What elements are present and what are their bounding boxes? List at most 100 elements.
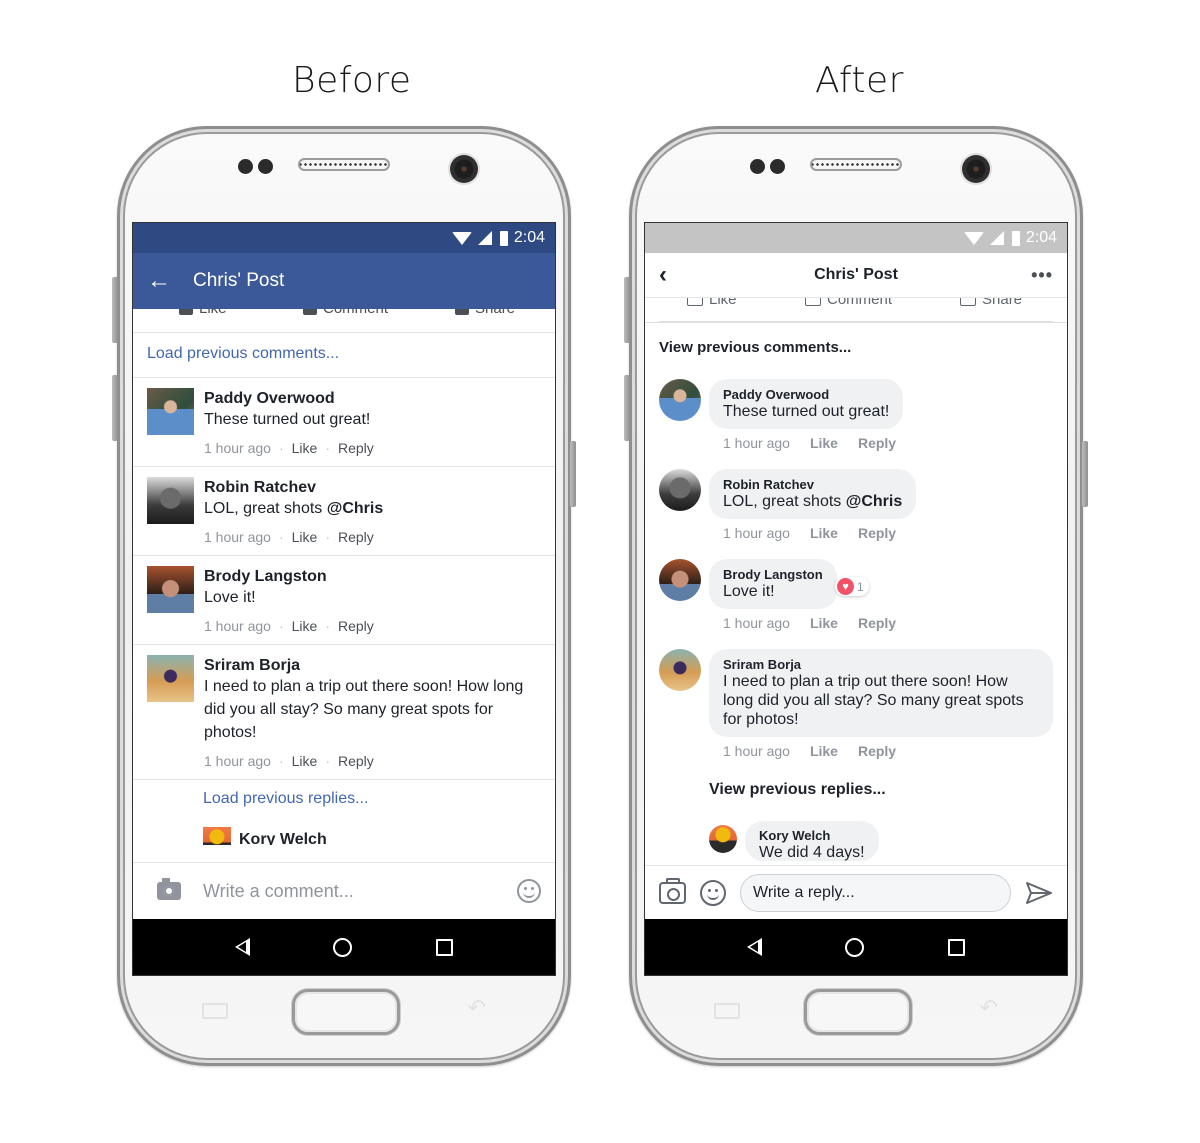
comment-time: 1 hour ago [204,529,271,545]
volume-down-button [112,375,118,441]
reply-link[interactable]: Reply [338,753,374,769]
smiley-icon[interactable] [700,879,726,906]
comment-item: Brody Langston Love it! 1 hour ago · Like… [133,555,555,644]
like-link[interactable]: Like [810,615,838,639]
load-previous-comments-link[interactable]: Load previous comments... [133,333,555,377]
thumbs-up-icon [179,309,193,315]
avatar[interactable] [659,469,701,511]
comment-author[interactable]: Robin Ratchev [723,477,902,492]
like-link[interactable]: Like [292,753,318,769]
like-link[interactable]: Like [292,529,318,545]
wifi-icon [451,231,472,245]
avatar[interactable] [147,566,194,613]
comment-author[interactable]: Sriram Borja [723,657,1039,672]
comment-text-body: These turned out great! [204,411,371,428]
avatar[interactable] [659,379,701,421]
comment-author[interactable]: Brody Langston [204,568,541,586]
signal-icon [989,231,1004,245]
reply-author[interactable]: Kory Welch [239,831,327,845]
comment-input[interactable]: Write a comment... [203,881,517,902]
view-previous-comments-link[interactable]: View previous comments... [645,323,1067,379]
reply-input-placeholder: Write a reply... [753,883,855,901]
avatar[interactable] [709,825,737,853]
arrow-left-icon[interactable]: ← [133,267,185,295]
comment-text: LOL, great shots @Chris [204,497,541,520]
comment-author[interactable]: Sriram Borja [204,657,541,675]
reply-link[interactable]: Reply [338,440,374,456]
load-previous-replies-link[interactable]: Load previous replies... [133,779,555,823]
comment-text: LOL, great shots @Chris [723,492,902,511]
share-label: Share [475,309,515,317]
like-link[interactable]: Like [810,525,838,549]
like-action[interactable]: Like [179,309,227,317]
comment-bubble: Sriram Borja I need to plan a trip out t… [709,649,1053,737]
like-action[interactable]: Like [687,298,737,308]
comment-icon [805,298,821,306]
separator: · [278,753,284,769]
comment-action[interactable]: Comment [805,298,892,308]
before-caption: Before [292,60,412,101]
reply-link[interactable]: Reply [858,615,896,639]
comment-text: I need to plan a trip out there soon! Ho… [204,675,541,744]
chevron-left-icon[interactable]: ‹ [659,261,679,289]
comment-action[interactable]: Comment [303,309,388,317]
view-previous-replies-link[interactable]: View previous replies... [645,777,1067,821]
camera-icon[interactable] [659,877,686,904]
share-action[interactable]: Share [455,309,515,317]
avatar[interactable] [659,559,701,601]
earpiece-speaker [298,158,390,171]
separator: · [325,529,330,545]
reply-link[interactable]: Reply [858,525,896,549]
comment-text: These turned out great! [204,408,541,431]
more-dots-icon[interactable]: ••• [1031,265,1053,286]
nav-back-icon[interactable] [746,938,762,956]
comment-item: Paddy Overwood These turned out great! 1… [133,377,555,466]
nav-recents-icon[interactable] [436,938,454,956]
comment-author[interactable]: Paddy Overwood [204,390,541,408]
separator: · [325,753,330,769]
share-action[interactable]: Share [960,297,1023,308]
app-bar: ← Chris' Post [133,253,555,309]
smiley-icon[interactable] [517,879,541,903]
volume-down-button [624,375,630,441]
like-link[interactable]: Like [810,435,838,459]
nav-recents-icon[interactable] [948,938,966,956]
reaction-count: 1 [856,579,864,594]
comment-time: 1 hour ago [723,615,790,631]
mention-link[interactable]: @Chris [327,500,384,517]
avatar[interactable] [659,649,701,691]
comment-item: Robin Ratchev LOL, great shots @Chris 1 … [645,469,1067,549]
avatar[interactable] [147,477,194,524]
reply-link[interactable]: Reply [858,435,896,459]
reply-input[interactable]: Write a reply... [740,873,1011,912]
avatar[interactable] [147,655,194,702]
like-link[interactable]: Like [810,743,838,767]
share-icon [960,298,976,306]
page-title: Chris' Post [193,270,285,291]
share-label: Share [982,297,1023,308]
like-link[interactable]: Like [292,618,318,634]
reply-link[interactable]: Reply [338,618,374,634]
comment-author[interactable]: Brody Langston [723,567,823,582]
reply-author[interactable]: Kory Welch [759,828,865,843]
heart-icon: ♥ [836,578,854,595]
nav-back-icon[interactable] [234,938,250,956]
nav-home-icon[interactable] [333,937,353,957]
comment-author[interactable]: Robin Ratchev [204,479,541,497]
comment-text-body: I need to plan a trip out there soon! Ho… [204,678,524,741]
reply-link[interactable]: Reply [858,743,896,767]
avatar[interactable] [147,388,194,435]
reaction-badge[interactable]: ♥ 1 [834,577,869,596]
comment-time: 1 hour ago [204,753,271,769]
camera-icon[interactable] [157,878,181,900]
mention-link[interactable]: @Chris [846,493,903,510]
send-icon[interactable] [1025,881,1053,905]
proximity-sensor [750,159,765,174]
nav-home-icon[interactable] [845,937,865,957]
comment-author[interactable]: Paddy Overwood [723,387,889,402]
comment-item: Sriram Borja I need to plan a trip out t… [133,644,555,779]
avatar[interactable] [203,827,231,845]
comment-text-body: Love it! [204,589,256,606]
reply-link[interactable]: Reply [338,529,374,545]
like-link[interactable]: Like [292,440,318,456]
